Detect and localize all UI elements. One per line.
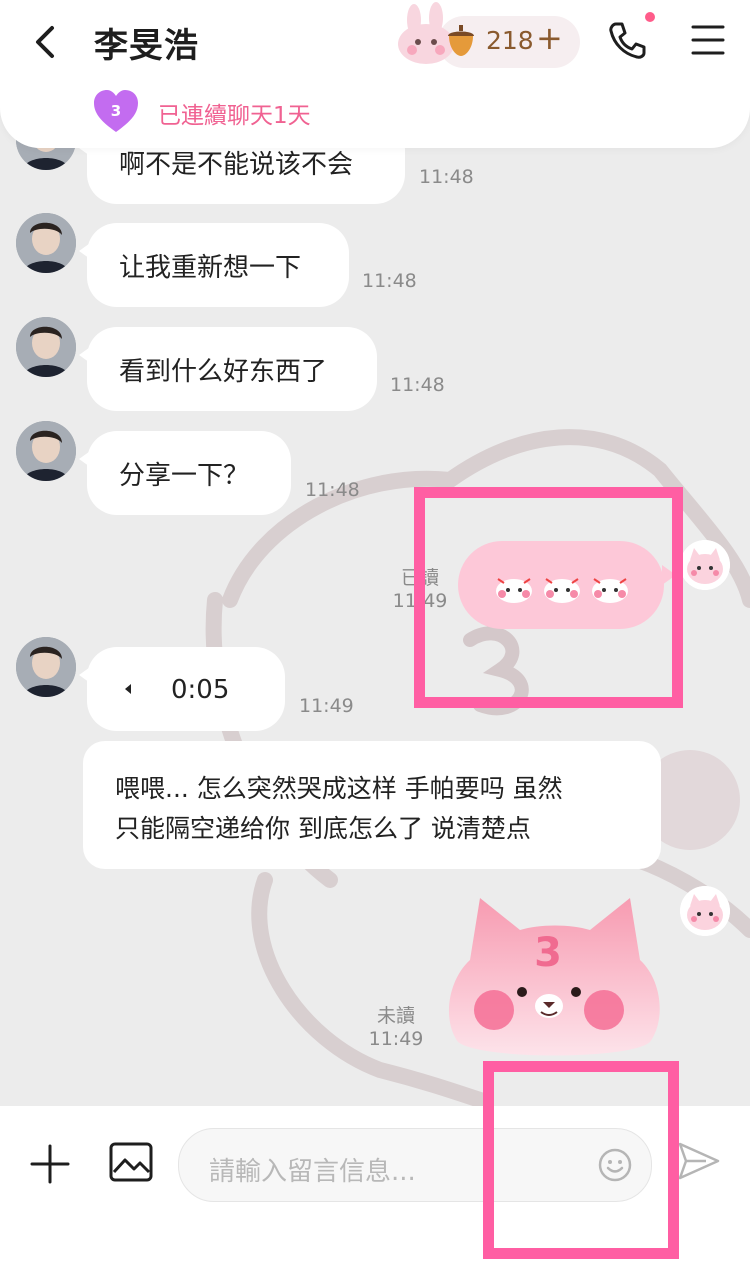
contact-name: 李旻浩: [94, 26, 199, 66]
plus-icon[interactable]: [28, 1142, 72, 1186]
contact-avatar[interactable]: [16, 213, 76, 273]
my-avatar[interactable]: [680, 886, 730, 936]
message-time: 11:48: [305, 479, 360, 501]
streak-level: 3: [111, 102, 121, 120]
coin-count: 218: [486, 26, 534, 55]
back-arrow-icon[interactable]: [26, 22, 66, 62]
voice-play-icon: [125, 684, 131, 694]
send-icon[interactable]: [676, 1138, 722, 1184]
cat-sticker-image[interactable]: 3: [440, 890, 666, 1062]
streak-text: 已連續聊天1天: [158, 103, 311, 129]
voice-duration: 0:05: [171, 675, 230, 705]
notification-dot: [645, 12, 655, 22]
contact-avatar[interactable]: [16, 317, 76, 377]
message-bubble[interactable]: 看到什么好东西了: [79, 327, 377, 411]
message-time: 11:49: [368, 1028, 424, 1050]
highlight-box: [483, 1061, 679, 1259]
acorn-icon: [448, 25, 474, 56]
add-coins-button[interactable]: +: [536, 20, 563, 56]
highlight-box: [414, 487, 683, 708]
message-text: 喂喂... 怎么突然哭成这样 手帕要吗 虽然 只能隔空递给你 到底怎么了 说清楚…: [115, 769, 635, 849]
message-bubble[interactable]: 让我重新想一下: [79, 223, 349, 307]
message-text: 看到什么好东西了: [119, 357, 328, 387]
sticker-mark: 3: [534, 930, 562, 976]
message-input-placeholder: 請輸入留言信息...: [209, 1157, 416, 1187]
message-bubble[interactable]: 喂喂... 怎么突然哭成这样 手帕要吗 虽然 只能隔空递给你 到底怎么了 说清楚…: [83, 741, 661, 869]
message-time: 11:48: [419, 166, 474, 188]
message-text: 让我重新想一下: [119, 253, 302, 283]
read-status: 未讀: [376, 1005, 415, 1027]
message-bubble[interactable]: 分享一下？: [79, 431, 291, 515]
message-time: 11:49: [299, 695, 354, 717]
image-icon[interactable]: [108, 1140, 154, 1184]
message-time: 11:48: [390, 374, 445, 396]
message-time: 11:48: [362, 270, 417, 292]
phone-call-icon[interactable]: [606, 20, 648, 62]
my-avatar[interactable]: [680, 540, 730, 590]
chat-header: 李旻浩 218 + 3 已連續聊天1天: [0, 0, 750, 148]
voice-message-bubble[interactable]: 0:05: [79, 647, 285, 731]
message-line: 只能隔空递给你 到底怎么了 说清楚点: [115, 814, 531, 843]
message-text: 啊不是不能说该不会: [119, 150, 354, 180]
contact-avatar[interactable]: [16, 421, 76, 481]
streak-heart-icon: 3: [94, 90, 138, 132]
contact-avatar[interactable]: [16, 637, 76, 697]
message-text: 分享一下？: [119, 461, 250, 491]
message-line: 喂喂... 怎么突然哭成这样 手帕要吗 虽然: [115, 774, 563, 803]
menu-icon[interactable]: [690, 22, 726, 58]
read-receipt: 未讀 11:49: [368, 1005, 424, 1051]
